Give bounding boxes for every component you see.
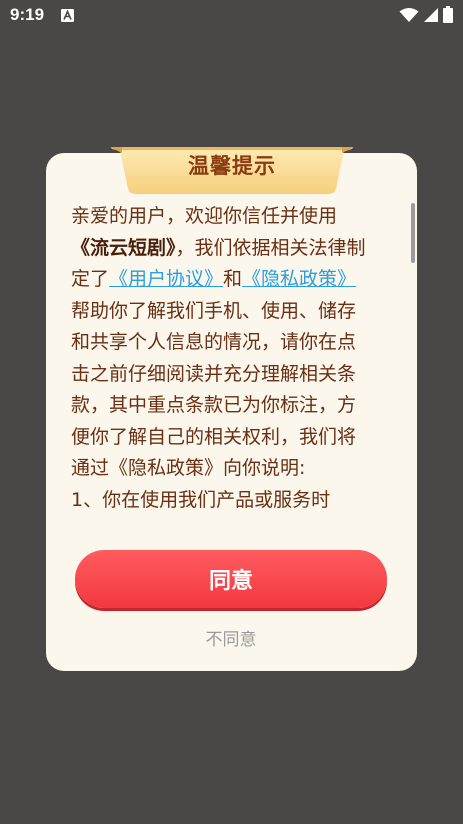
body-text-and: 和 [223,268,243,290]
content-fade [71,509,373,531]
status-time: 9:19 [10,5,45,24]
title-ribbon: 温馨提示 [110,145,354,197]
privacy-policy-link[interactable]: 《隐私政策》 [242,268,356,290]
status-icons [399,6,453,23]
a-notification-icon [61,9,74,22]
app-name: 《流云短剧》 [71,236,176,259]
body-text-intro: 亲爱的用户，欢迎你信任并使用 [71,205,338,227]
signal-icon [424,7,438,22]
body-text-details: 帮助你了解我们手机、使用、储存和共享个人信息的情况，请你在点击之前仔细阅读并充分… [71,299,357,480]
privacy-dialog: 温馨提示 亲爱的用户，欢迎你信任并使用《流云短剧》，我们依据相关法律制定了《用户… [46,147,417,671]
disagree-button[interactable]: 不同意 [151,621,311,653]
status-bar: 9:19 [0,0,463,32]
dialog-title: 温馨提示 [188,154,276,178]
dialog-body[interactable]: 亲爱的用户，欢迎你信任并使用《流云短剧》，我们依据相关法律制定了《用户协议》和《… [71,201,373,531]
agree-button[interactable]: 同意 [75,550,387,608]
wifi-icon [399,7,419,22]
body-list-item-1: 1、你在使用我们产品或服务时 [71,488,331,511]
content-scrollbar[interactable] [411,203,415,263]
battery-icon [443,6,453,23]
user-agreement-link[interactable]: 《用户协议》 [109,268,223,290]
